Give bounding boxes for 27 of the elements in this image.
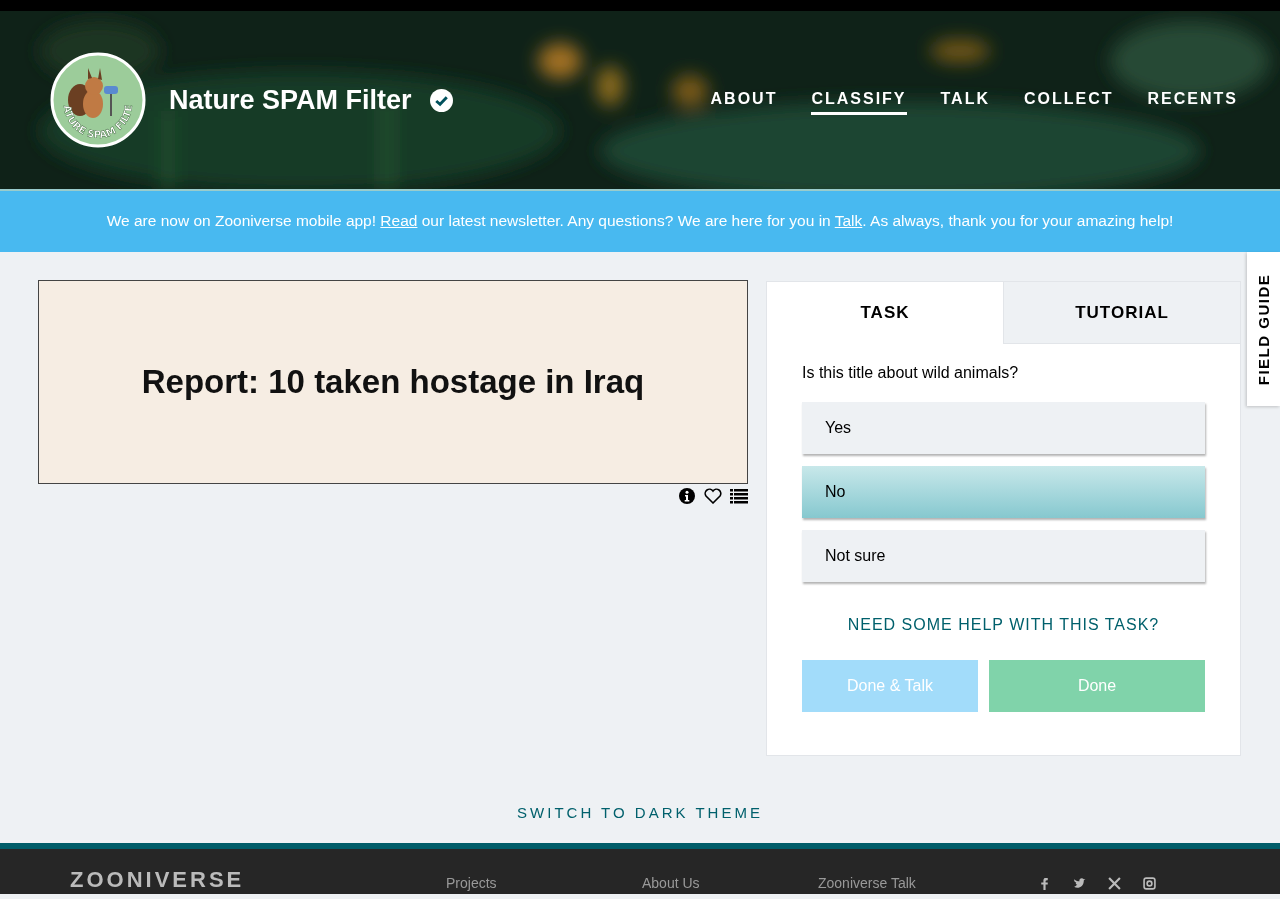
project-title[interactable]: Nature SPAM Filter	[169, 84, 412, 116]
x-icon[interactable]	[1108, 877, 1121, 890]
camera-icon[interactable]	[1143, 877, 1156, 890]
answer-option[interactable]: Yes	[802, 402, 1205, 454]
nav-link[interactable]: RECENTS	[1147, 85, 1238, 115]
nav-link[interactable]: COLLECT	[1024, 85, 1114, 115]
announcement-banner: We are now on Zooniverse mobile app! Read our latest newsletter. Any questions? We are here for you in Talk. As always, thank you for your amazing help!	[0, 189, 1280, 252]
nav-link[interactable]: CLASSIFY	[811, 85, 907, 115]
footer-link[interactable]: Projects	[446, 875, 642, 891]
footer-link[interactable]: Zooniverse Talk	[818, 875, 1038, 891]
task-tab[interactable]: TUTORIAL	[1003, 282, 1240, 344]
nav-link[interactable]: TALK	[940, 85, 990, 115]
facebook-icon[interactable]	[1038, 877, 1051, 890]
info-icon[interactable]	[678, 488, 696, 504]
theme-toggle-link[interactable]: SWITCH TO DARK THEME	[517, 804, 763, 821]
answer-option[interactable]: No	[802, 466, 1205, 518]
zooniverse-logo[interactable]: ZOONIVERSE	[70, 869, 446, 891]
footer-link[interactable]: About Us	[642, 875, 818, 891]
help-link[interactable]: NEED SOME HELP WITH THIS TASK?	[802, 616, 1205, 634]
nav-link[interactable]: ABOUT	[710, 85, 778, 115]
field-guide-tab[interactable]: FIELD GUIDE	[1247, 252, 1280, 406]
task-question: Is this title about wild animals?	[802, 364, 1020, 382]
list-icon[interactable]	[730, 488, 748, 504]
answer-option[interactable]: Not sure	[802, 530, 1205, 582]
bird-icon[interactable]	[1073, 877, 1086, 890]
subject-headline: Report: 10 taken hostage in Iraq	[141, 363, 645, 401]
heart-icon[interactable]	[704, 488, 722, 504]
